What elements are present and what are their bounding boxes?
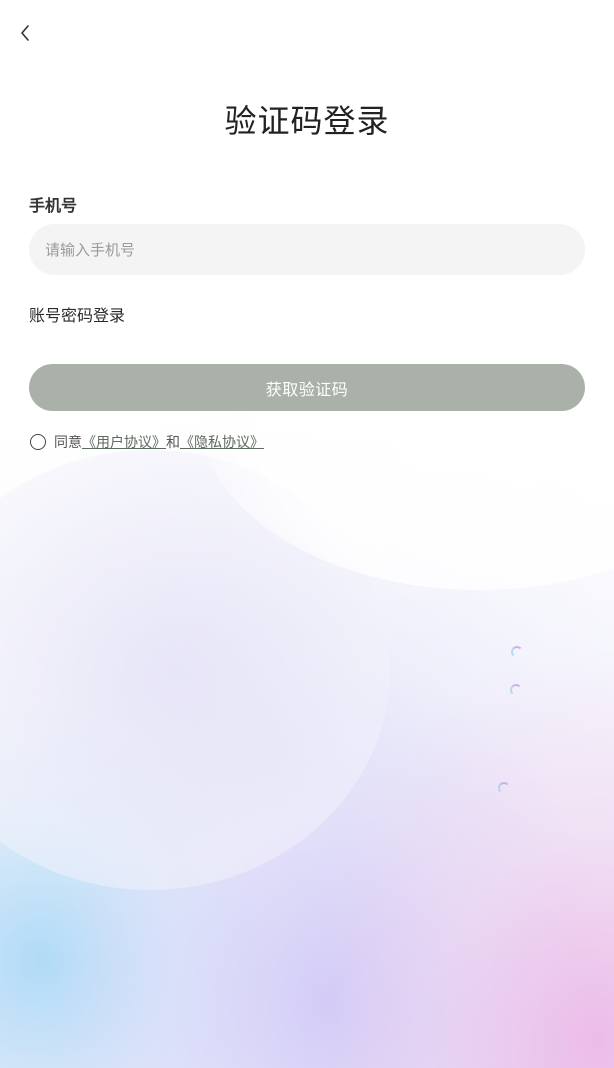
agreement-row: 同意 《用户协议》 和 《隐私协议》 (30, 432, 264, 452)
agreement-connector: 和 (166, 435, 180, 451)
chevron-left-icon (21, 25, 29, 41)
agreement-prefix: 同意 (54, 435, 82, 451)
phone-input-container[interactable] (29, 224, 585, 275)
user-agreement-link[interactable]: 《用户协议》 (82, 432, 166, 452)
agreement-checkbox[interactable] (30, 434, 46, 450)
privacy-policy-link[interactable]: 《隐私协议》 (180, 432, 264, 452)
login-page: 验证码登录 手机号 账号密码登录 获取验证码 同意 《用户协议》 和 《隐私协议… (0, 0, 614, 1068)
back-button[interactable] (12, 20, 38, 46)
phone-field-label: 手机号 (29, 196, 78, 215)
password-login-link[interactable]: 账号密码登录 (29, 302, 125, 326)
get-code-button[interactable]: 获取验证码 (29, 364, 585, 411)
phone-input[interactable] (45, 224, 565, 275)
page-title: 验证码登录 (224, 102, 390, 140)
